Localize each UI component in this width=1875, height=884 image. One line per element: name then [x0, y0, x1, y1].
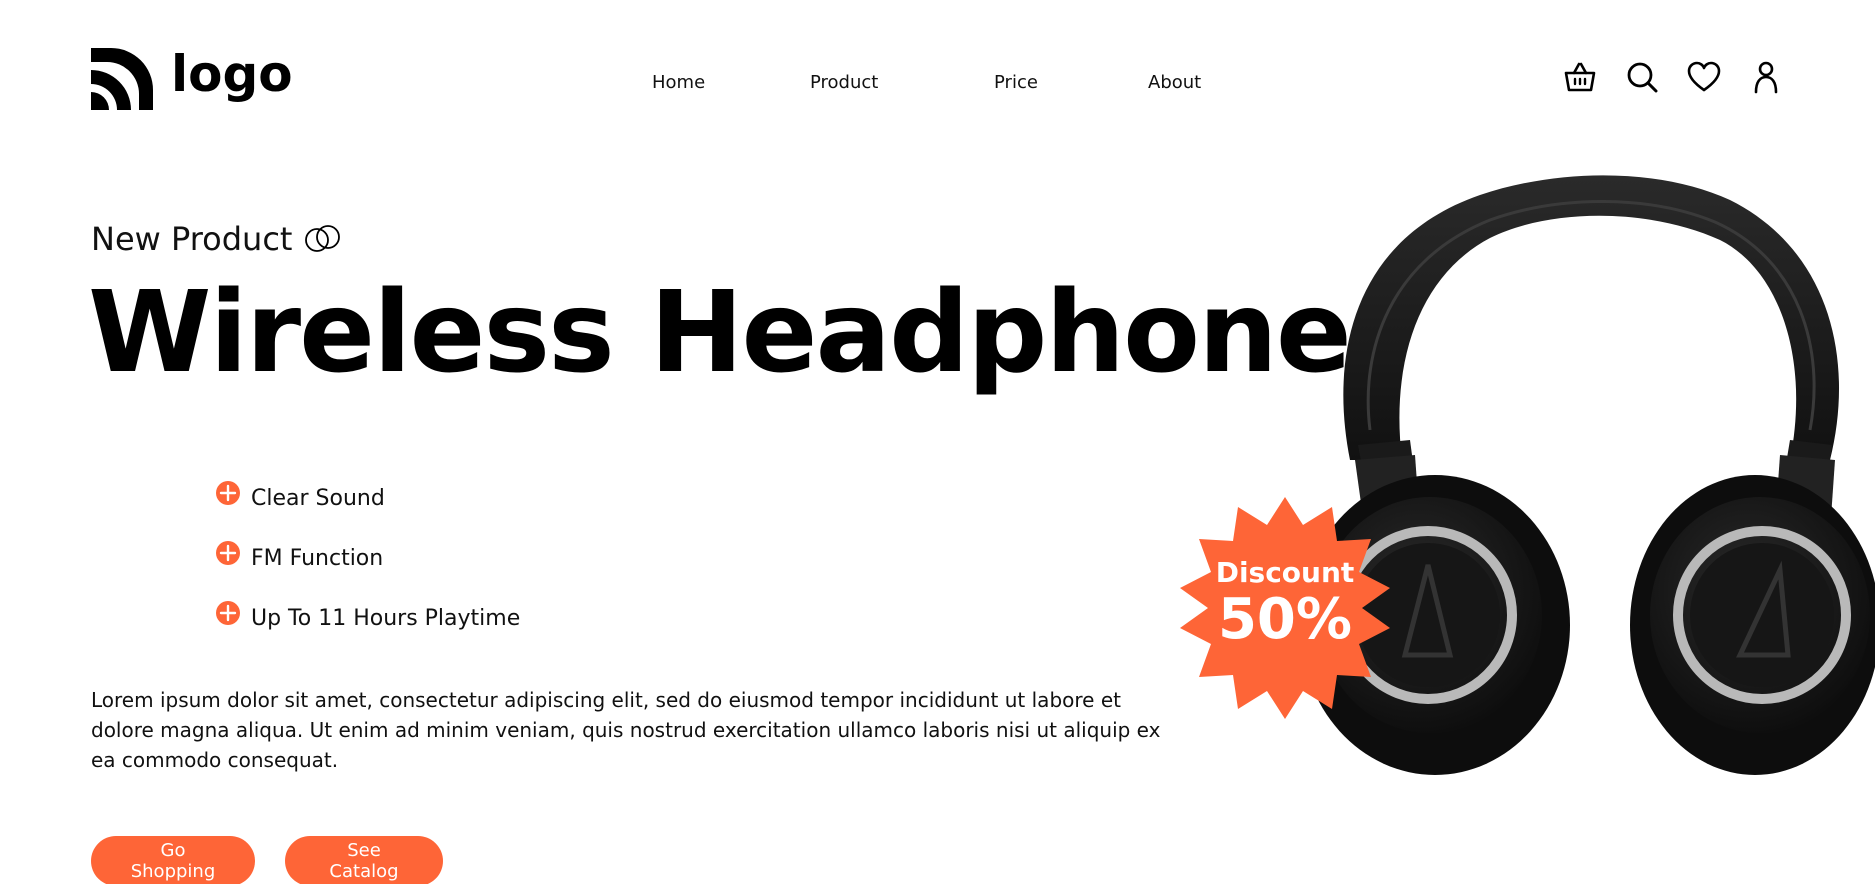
nav-about[interactable]: About: [1148, 72, 1201, 93]
discount-badge: Discount 50%: [1172, 495, 1398, 721]
feature-item: FM Function: [215, 528, 520, 588]
nav-price[interactable]: Price: [994, 72, 1038, 93]
page-title: Wireless Headphone: [88, 268, 1352, 398]
go-shopping-button[interactable]: Go Shopping: [91, 836, 255, 884]
header-actions: [1563, 60, 1783, 94]
plus-circle-icon: [216, 601, 240, 625]
plus-circle-icon: [216, 541, 240, 565]
basket-icon[interactable]: [1563, 60, 1597, 94]
discount-label: Discount: [1215, 555, 1355, 589]
feature-label: Up To 11 Hours Playtime: [251, 605, 521, 631]
feature-list: Clear Sound FM Function Up To 11 Hours P…: [215, 468, 520, 648]
feature-label: Clear Sound: [251, 485, 385, 511]
user-icon[interactable]: [1749, 60, 1783, 94]
discount-text: Discount 50%: [1172, 495, 1398, 721]
feature-item: Up To 11 Hours Playtime: [215, 588, 520, 648]
search-icon[interactable]: [1625, 60, 1659, 94]
rings-icon: [305, 225, 341, 252]
feature-item: Clear Sound: [215, 468, 520, 528]
eyebrow: New Product: [91, 220, 344, 258]
eyebrow-text: New Product: [91, 220, 293, 258]
heart-icon[interactable]: [1687, 60, 1721, 94]
plus-circle-icon: [216, 481, 240, 505]
nav-product[interactable]: Product: [810, 72, 878, 93]
nav-home[interactable]: Home: [652, 72, 705, 93]
discount-value: 50%: [1217, 586, 1353, 652]
description: Lorem ipsum dolor sit amet, consectetur …: [91, 688, 1161, 772]
feature-label: FM Function: [251, 545, 384, 571]
see-catalog-button[interactable]: See Catalog: [285, 836, 443, 884]
